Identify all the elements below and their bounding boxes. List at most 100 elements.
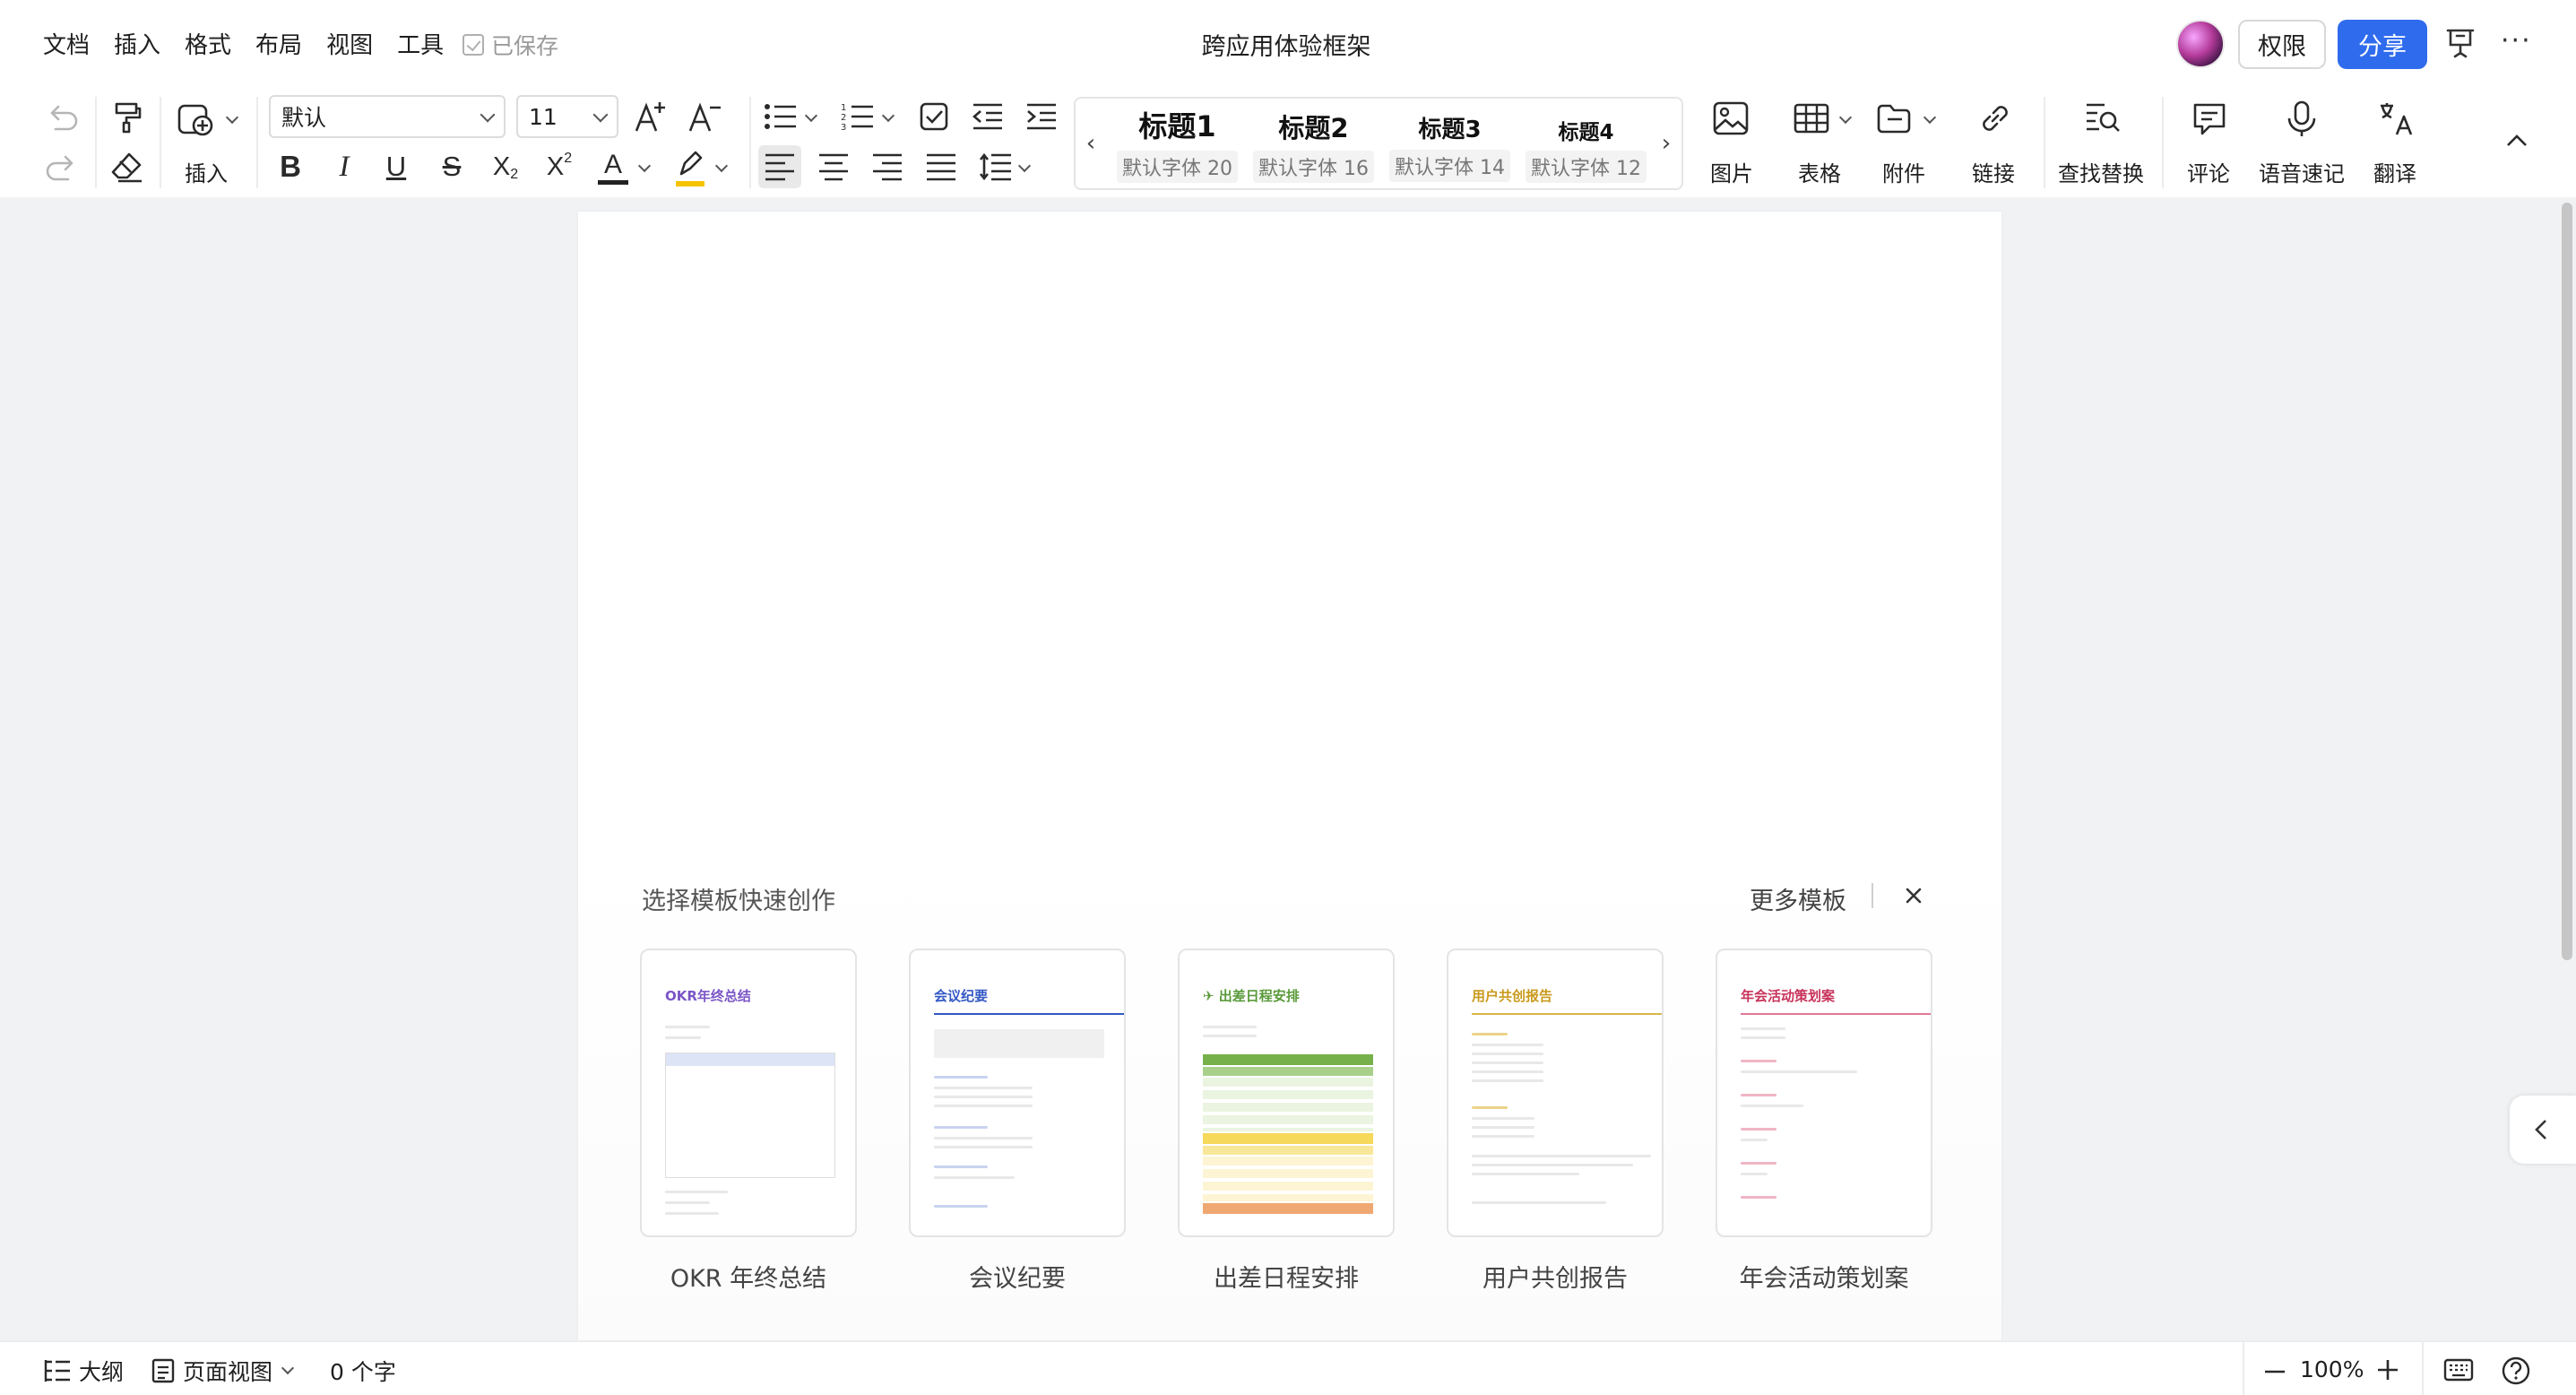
style-heading-2-sub: 默认字体 16 bbox=[1253, 151, 1374, 183]
link-label[interactable]: 链接 bbox=[1972, 156, 2015, 187]
outline-label: 大纲 bbox=[79, 1359, 125, 1385]
style-heading-1-sub: 默认字体 20 bbox=[1117, 151, 1238, 183]
preview-line bbox=[665, 1036, 701, 1039]
superscript-icon[interactable]: X2 bbox=[541, 149, 577, 185]
subscript-icon[interactable]: X2 bbox=[488, 149, 523, 185]
format-painter-icon[interactable] bbox=[109, 99, 145, 134]
increase-indent-icon[interactable] bbox=[1025, 102, 1058, 131]
zoom-out-icon[interactable] bbox=[2262, 1361, 2287, 1382]
underline-icon[interactable]: U bbox=[380, 149, 412, 185]
preview-line bbox=[934, 1137, 1033, 1139]
template-panel-divider bbox=[1871, 883, 1873, 908]
bullet-list-icon[interactable] bbox=[764, 102, 798, 131]
decrease-indent-icon[interactable] bbox=[972, 102, 1004, 131]
preview-underline bbox=[1741, 1013, 1931, 1015]
justify-icon[interactable] bbox=[925, 152, 957, 181]
style-heading-4[interactable]: 标题4 默认字体 12 bbox=[1526, 115, 1647, 183]
more-templates-link[interactable]: 更多模板 bbox=[1750, 881, 1846, 916]
help-icon[interactable] bbox=[2501, 1356, 2531, 1386]
preview-table-header bbox=[666, 1053, 834, 1066]
template-card-annual-event[interactable]: 年会活动策划案 bbox=[1716, 949, 1932, 1237]
zoom-level[interactable]: 100% bbox=[2300, 1356, 2364, 1382]
save-status-label: 已保存 bbox=[491, 33, 559, 59]
menu-layout[interactable]: 布局 bbox=[255, 27, 302, 60]
attachment-label[interactable]: 附件 bbox=[1882, 156, 1925, 187]
menu-file[interactable]: 文档 bbox=[43, 27, 90, 60]
comment-icon[interactable] bbox=[2191, 100, 2228, 138]
image-label[interactable]: 图片 bbox=[1710, 156, 1753, 187]
increase-font-size-icon[interactable] bbox=[633, 99, 670, 134]
permissions-button[interactable]: 权限 bbox=[2238, 20, 2326, 69]
align-left-icon[interactable] bbox=[764, 152, 796, 181]
template-name-meeting-notes[interactable]: 会议纪要 bbox=[909, 1259, 1126, 1294]
document-title[interactable]: 跨应用体验框架 bbox=[1165, 27, 1407, 62]
style-heading-1[interactable]: 标题1 默认字体 20 bbox=[1117, 104, 1238, 183]
style-heading-3[interactable]: 标题3 默认字体 14 bbox=[1389, 111, 1510, 182]
side-panel-toggle[interactable] bbox=[2510, 1096, 2576, 1164]
user-avatar[interactable] bbox=[2176, 20, 2225, 68]
italic-icon[interactable]: I bbox=[328, 149, 360, 185]
more-options-icon[interactable]: ··· bbox=[2501, 25, 2532, 56]
font-size-select[interactable]: 11 bbox=[516, 95, 618, 138]
numbered-list-icon[interactable]: 123 bbox=[841, 102, 875, 131]
insert-icon[interactable] bbox=[176, 99, 217, 140]
clear-format-icon[interactable] bbox=[109, 149, 145, 185]
view-mode-select[interactable]: 页面视图 bbox=[151, 1355, 295, 1387]
font-color-icon[interactable]: A bbox=[595, 147, 631, 186]
find-replace-label[interactable]: 查找替换 bbox=[2058, 156, 2144, 187]
bold-icon[interactable]: B bbox=[274, 149, 307, 185]
preview-line bbox=[1472, 1070, 1543, 1073]
collapse-toolbar-icon[interactable] bbox=[2504, 133, 2529, 149]
template-card-travel-schedule[interactable]: ✈ 出差日程安排 bbox=[1178, 949, 1395, 1237]
voice-notes-label[interactable]: 语音速记 bbox=[2259, 156, 2345, 187]
share-button[interactable]: 分享 bbox=[2338, 20, 2427, 69]
comment-label[interactable]: 评论 bbox=[2187, 156, 2230, 187]
align-right-icon[interactable] bbox=[871, 152, 903, 181]
menu-view[interactable]: 视图 bbox=[326, 27, 373, 60]
template-card-okr[interactable]: OKR年终总结 bbox=[640, 949, 857, 1237]
template-name-user-cocreation[interactable]: 用户共创报告 bbox=[1447, 1259, 1664, 1294]
menu-insert[interactable]: 插入 bbox=[114, 27, 160, 60]
find-replace-icon[interactable] bbox=[2083, 100, 2121, 136]
template-card-user-cocreation[interactable]: 用户共创报告 bbox=[1447, 949, 1664, 1237]
template-name-annual-event[interactable]: 年会活动策划案 bbox=[1716, 1259, 1932, 1294]
outline-toggle[interactable]: 大纲 bbox=[43, 1355, 124, 1387]
close-icon[interactable] bbox=[1900, 882, 1927, 909]
checklist-icon[interactable] bbox=[918, 100, 950, 133]
strikethrough-icon[interactable]: S bbox=[436, 149, 468, 185]
vertical-scrollbar[interactable] bbox=[2562, 203, 2572, 960]
style-heading-2[interactable]: 标题2 默认字体 16 bbox=[1253, 108, 1374, 183]
template-name-okr[interactable]: OKR 年终总结 bbox=[640, 1259, 857, 1294]
decrease-font-size-icon[interactable] bbox=[687, 99, 724, 134]
menu-format[interactable]: 格式 bbox=[185, 27, 231, 60]
outline-icon bbox=[44, 1360, 70, 1382]
preview-line bbox=[1741, 1196, 1776, 1199]
styles-prev-icon[interactable]: ‹ bbox=[1079, 126, 1102, 161]
redo-icon[interactable] bbox=[43, 151, 81, 183]
translate-label[interactable]: 翻译 bbox=[2373, 156, 2416, 187]
highlight-icon[interactable] bbox=[672, 147, 708, 188]
translate-icon[interactable] bbox=[2377, 100, 2415, 138]
attachment-icon[interactable] bbox=[1875, 102, 1913, 134]
menu-tools[interactable]: 工具 bbox=[397, 27, 444, 60]
presentation-icon[interactable] bbox=[2445, 27, 2476, 59]
align-center-icon[interactable] bbox=[817, 152, 850, 181]
microphone-icon[interactable] bbox=[2286, 100, 2318, 138]
template-card-meeting-notes[interactable]: 会议纪要 bbox=[909, 949, 1126, 1237]
keyboard-icon[interactable] bbox=[2443, 1357, 2474, 1382]
table-label[interactable]: 表格 bbox=[1798, 156, 1841, 187]
undo-icon[interactable] bbox=[43, 100, 81, 133]
insert-label[interactable]: 插入 bbox=[185, 156, 228, 187]
table-icon[interactable] bbox=[1793, 102, 1830, 134]
font-size-value: 11 bbox=[529, 103, 558, 130]
preview-table-band bbox=[1203, 1067, 1373, 1076]
font-family-select[interactable]: 默认 bbox=[269, 95, 506, 138]
template-panel-heading: 选择模板快速创作 bbox=[642, 888, 835, 915]
image-icon[interactable] bbox=[1712, 100, 1750, 136]
template-name-travel-schedule[interactable]: 出差日程安排 bbox=[1178, 1259, 1395, 1294]
link-icon[interactable] bbox=[1977, 100, 2013, 136]
line-spacing-icon[interactable] bbox=[979, 152, 1013, 181]
preview-line bbox=[1472, 1201, 1606, 1204]
zoom-in-icon[interactable] bbox=[2375, 1357, 2400, 1382]
styles-next-icon[interactable]: › bbox=[1655, 126, 1678, 161]
